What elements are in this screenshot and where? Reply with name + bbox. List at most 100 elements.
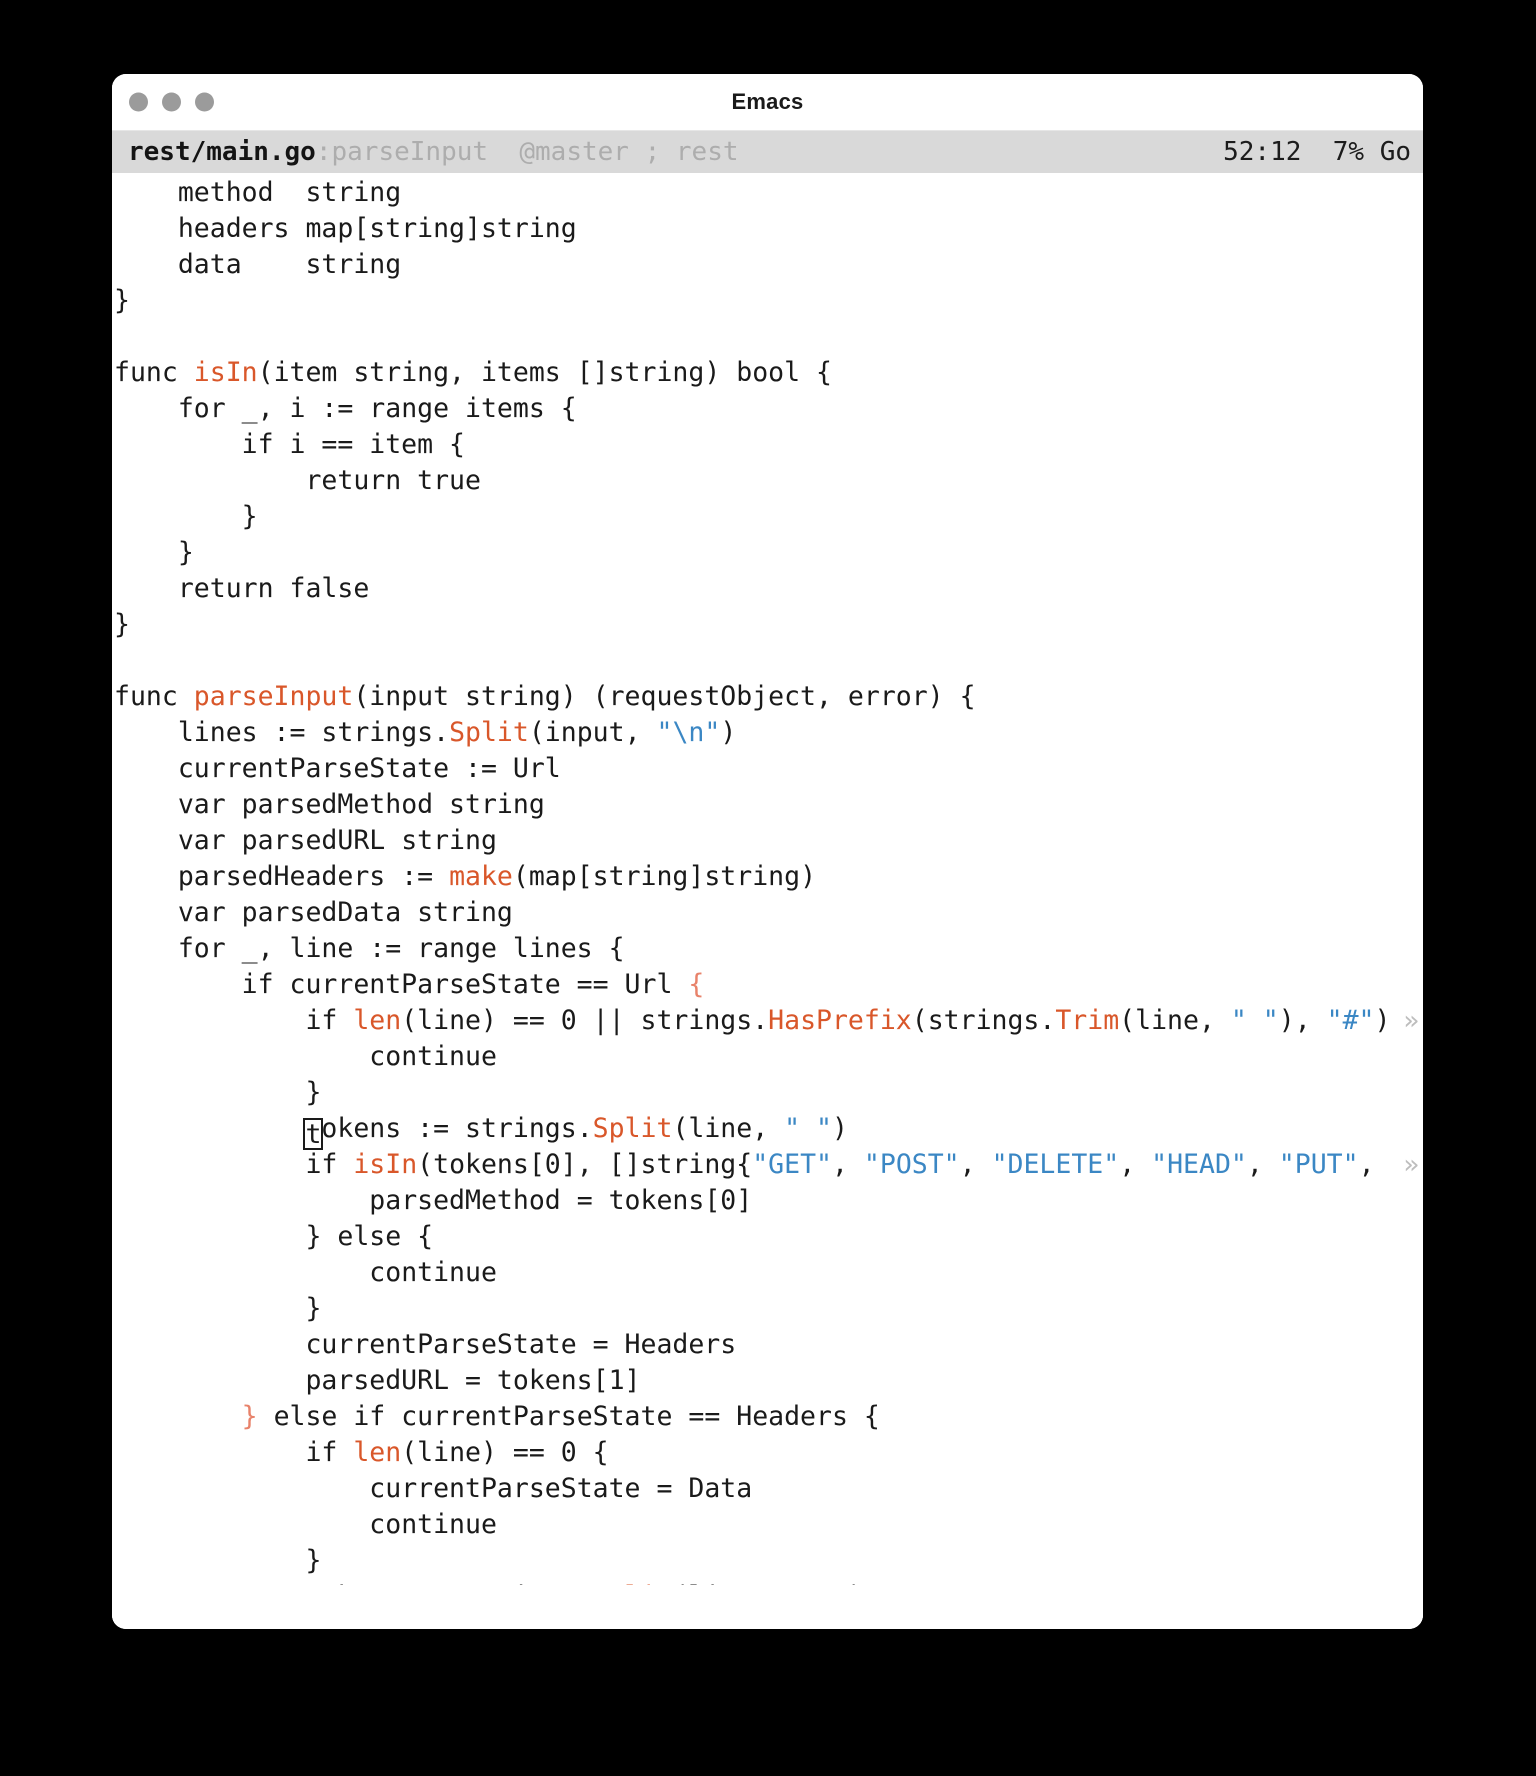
code-line[interactable] (112, 643, 1423, 679)
minibuffer[interactable]: 6M-x vter{vterm | meain/run-in-vterm | v… (112, 1585, 1423, 1629)
line-text: var parsedURL string (177, 825, 497, 856)
code-buffer[interactable]: method string headers map[string]string … (112, 173, 1423, 1587)
line-text: for _, i := range items { (177, 393, 577, 424)
header-line: rest/main.go:parseInput @master ; rest 5… (112, 131, 1423, 173)
line-text: } (241, 501, 258, 532)
header-line-right: 52:12 7% Go (1223, 131, 1411, 173)
string-literal: " " (1230, 1005, 1279, 1036)
code-line[interactable]: return true (112, 463, 1423, 499)
code-line[interactable]: } (112, 283, 1423, 319)
line-text: return false (177, 573, 370, 604)
line-text: continue (369, 1257, 497, 1288)
code-line[interactable]: data string (112, 247, 1423, 283)
string-literal: "PUT" (1278, 1149, 1359, 1180)
line-text: return true (305, 465, 481, 496)
code-line[interactable]: } else { (112, 1219, 1423, 1255)
code-line[interactable]: continue (112, 1039, 1423, 1075)
code-line[interactable]: for _, i := range items { (112, 391, 1423, 427)
line-text: } (177, 537, 194, 568)
string-literal: "HEAD" (1151, 1149, 1247, 1180)
code-line[interactable]: return false (112, 571, 1423, 607)
line-text: } (114, 609, 130, 640)
code-line[interactable]: } (112, 535, 1423, 571)
code-line[interactable]: } (112, 607, 1423, 643)
line-text: currentParseState := Url (177, 753, 561, 784)
function-name: Split (592, 1113, 673, 1144)
string-literal: "DELETE" (991, 1149, 1120, 1180)
line-text: headers map[string]string (177, 213, 577, 244)
function-name: isIn (353, 1149, 418, 1180)
line-text: parsedURL = tokens[1] (305, 1365, 641, 1396)
code-line[interactable]: tokens := strings.Split(line, " ") (112, 1111, 1423, 1150)
header-function-name: parseInput (331, 137, 489, 167)
code-line[interactable]: continue (112, 1507, 1423, 1543)
code-line[interactable]: if currentParseState == Url { (112, 967, 1423, 1003)
code-line[interactable]: if len(line) == 0 || strings.HasPrefix(s… (112, 1003, 1423, 1039)
code-line[interactable]: lines := strings.Split(input, "\n") (112, 715, 1423, 751)
string-literal: " " (784, 1113, 832, 1144)
function-name: parseInput (193, 681, 354, 712)
line-text: data string (177, 249, 402, 280)
code-line[interactable]: method string (112, 175, 1423, 211)
window-title: Emacs (731, 89, 804, 114)
code-line[interactable]: if isIn(tokens[0], []string{"GET", "POST… (112, 1147, 1423, 1183)
line-text: if currentParseState == Url { (241, 969, 705, 1000)
line-text: var parsedData string (177, 897, 513, 928)
line-truncation-arrow-icon: » (1403, 1006, 1419, 1036)
point-cursor: t (303, 1118, 324, 1150)
code-line[interactable]: } (112, 1291, 1423, 1327)
code-line[interactable]: headers map[string]string (112, 211, 1423, 247)
code-line[interactable]: if len(line) == 0 { (112, 1435, 1423, 1471)
code-line[interactable]: parsedMethod = tokens[0] (112, 1183, 1423, 1219)
line-text: if i == item { (241, 429, 466, 460)
header-vc-branch[interactable]: @master (519, 137, 629, 167)
code-line[interactable]: parsedURL = tokens[1] (112, 1363, 1423, 1399)
code-line[interactable]: if i == item { (112, 427, 1423, 463)
code-line[interactable]: var parsedURL string (112, 823, 1423, 859)
line-text: } (305, 1545, 322, 1576)
header-gap (1301, 137, 1332, 167)
header-file-name[interactable]: rest/main.go (128, 137, 316, 167)
code-line[interactable]: } (112, 1543, 1423, 1579)
header-major-mode[interactable]: Go (1380, 137, 1411, 167)
code-line[interactable]: } (112, 1075, 1423, 1111)
string-literal: "#" (1326, 1005, 1375, 1036)
line-truncation-arrow-icon: » (1403, 1150, 1419, 1180)
code-line[interactable] (112, 319, 1423, 355)
code-line[interactable]: for _, line := range lines { (112, 931, 1423, 967)
code-line[interactable]: currentParseState = Data (112, 1471, 1423, 1507)
code-line[interactable]: var parsedData string (112, 895, 1423, 931)
header-cursor-position: 52:12 (1223, 137, 1302, 167)
header-spacer2 (629, 137, 645, 167)
code-line[interactable]: func parseInput(input string) (requestOb… (112, 679, 1423, 715)
code-line[interactable]: currentParseState = Headers (112, 1327, 1423, 1363)
code-line[interactable]: var parsedMethod string (112, 787, 1423, 823)
code-line[interactable]: currentParseState := Url (112, 751, 1423, 787)
code-line[interactable]: parsedHeaders := make(map[string]string) (112, 859, 1423, 895)
code-line[interactable]: func isIn(item string, items []string) b… (112, 355, 1423, 391)
line-text: } (114, 285, 130, 316)
code-line[interactable]: } else if currentParseState == Headers { (112, 1399, 1423, 1435)
code-line[interactable]: } (112, 499, 1423, 535)
function-name: HasPrefix (768, 1005, 912, 1036)
code-line[interactable]: continue (112, 1255, 1423, 1291)
